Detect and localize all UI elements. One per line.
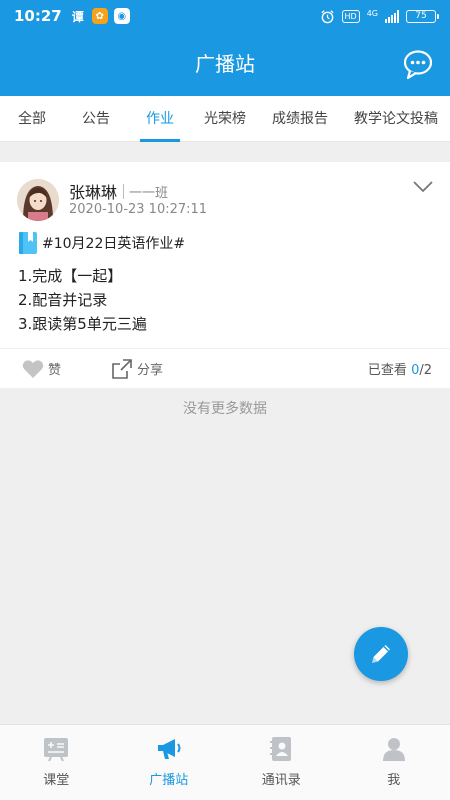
user-icon <box>382 738 405 761</box>
viewed-total: /2 <box>419 363 432 378</box>
nav-label: 课堂 <box>43 773 70 788</box>
post-line: 2.配音并记录 <box>18 291 108 309</box>
share-icon <box>112 358 132 379</box>
nav-label: 广播站 <box>149 773 189 788</box>
app-notification-icon: 谭 <box>71 9 84 24</box>
no-more-data: 没有更多数据 <box>183 401 267 417</box>
title-bar: 广播站 <box>0 32 450 96</box>
viewed-label: 已查看 <box>367 363 407 378</box>
network-type: 4G <box>366 8 378 18</box>
avatar[interactable] <box>17 179 59 221</box>
author-class: 一一班 <box>129 185 169 201</box>
alarm-icon <box>320 9 334 23</box>
nav-classroom[interactable]: 课堂 <box>0 725 113 800</box>
battery-icon: 75 <box>406 9 439 23</box>
share-label: 分享 <box>137 363 164 378</box>
share-button[interactable]: 分享 <box>111 358 163 380</box>
chat-bubble-icon[interactable] <box>402 48 434 80</box>
tab-homework[interactable]: 作业 <box>128 96 192 142</box>
post-title-row: #10月22日英语作业# <box>18 230 432 256</box>
author-name: 张琳琳 <box>69 183 118 202</box>
app-notification-icon-orange: ✿ <box>91 8 108 24</box>
post-line: 3.跟读第5单元三遍 <box>18 315 147 333</box>
post-timestamp: 2020-10-23 10:27:11 <box>69 202 208 217</box>
post-actions: 赞 分享 已查看 0/2 <box>0 348 450 388</box>
post-card[interactable]: 张琳琳 一一班 2020-10-23 10:27:11 #10月22日英语作业#… <box>0 162 450 388</box>
compose-button[interactable] <box>354 627 408 681</box>
like-label: 赞 <box>48 363 62 378</box>
post-line: 1.完成【一起】 <box>18 267 123 285</box>
pencil-icon <box>372 645 390 663</box>
hd-badge: HD <box>341 9 360 23</box>
status-bar: 10:27 谭 ✿ ◉ HD 4G 75 <box>0 0 450 32</box>
bottom-navigation: 课堂 广播站 通讯录 我 <box>0 724 450 800</box>
book-icon <box>19 232 37 254</box>
signal-icon <box>385 9 399 23</box>
post-title: #10月22日英语作业# <box>42 236 186 252</box>
page-title: 广播站 <box>195 52 255 76</box>
tab-honor-roll[interactable]: 光荣榜 <box>192 96 258 142</box>
post-author: 张琳琳 一一班 <box>69 179 168 203</box>
nav-broadcast[interactable]: 广播站 <box>113 725 226 800</box>
nav-label: 通讯录 <box>261 773 301 788</box>
post-content: #10月22日英语作业# 1.完成【一起】 2.配音并记录 3.跟读第5单元三遍 <box>18 230 432 336</box>
contacts-book-icon <box>270 737 292 761</box>
post-body: 1.完成【一起】 2.配音并记录 3.跟读第5单元三遍 <box>18 264 432 336</box>
nav-me[interactable]: 我 <box>338 725 450 800</box>
like-button[interactable]: 赞 <box>22 359 61 379</box>
megaphone-icon <box>157 739 181 759</box>
avatar-image <box>17 179 59 221</box>
tab-paper-submission[interactable]: 教学论文投稿 <box>342 96 450 142</box>
tab-notice[interactable]: 公告 <box>64 96 128 142</box>
tab-all[interactable]: 全部 <box>0 96 64 142</box>
author-divider <box>123 183 125 199</box>
chevron-down-icon[interactable] <box>412 180 434 194</box>
heart-icon <box>22 359 44 378</box>
nav-label: 我 <box>387 773 401 788</box>
viewed-count[interactable]: 已查看 0/2 <box>368 359 432 378</box>
category-tabs: 全部 公告 作业 光荣榜 成绩报告 教学论文投稿 <box>0 96 450 142</box>
blackboard-icon <box>44 738 69 762</box>
status-time: 10:27 <box>14 7 62 25</box>
nav-contacts[interactable]: 通讯录 <box>225 725 338 800</box>
tab-grade-report[interactable]: 成绩报告 <box>258 96 342 142</box>
app-notification-icon-blue: ◉ <box>113 8 130 24</box>
status-right: HD 4G 75 <box>320 8 439 24</box>
